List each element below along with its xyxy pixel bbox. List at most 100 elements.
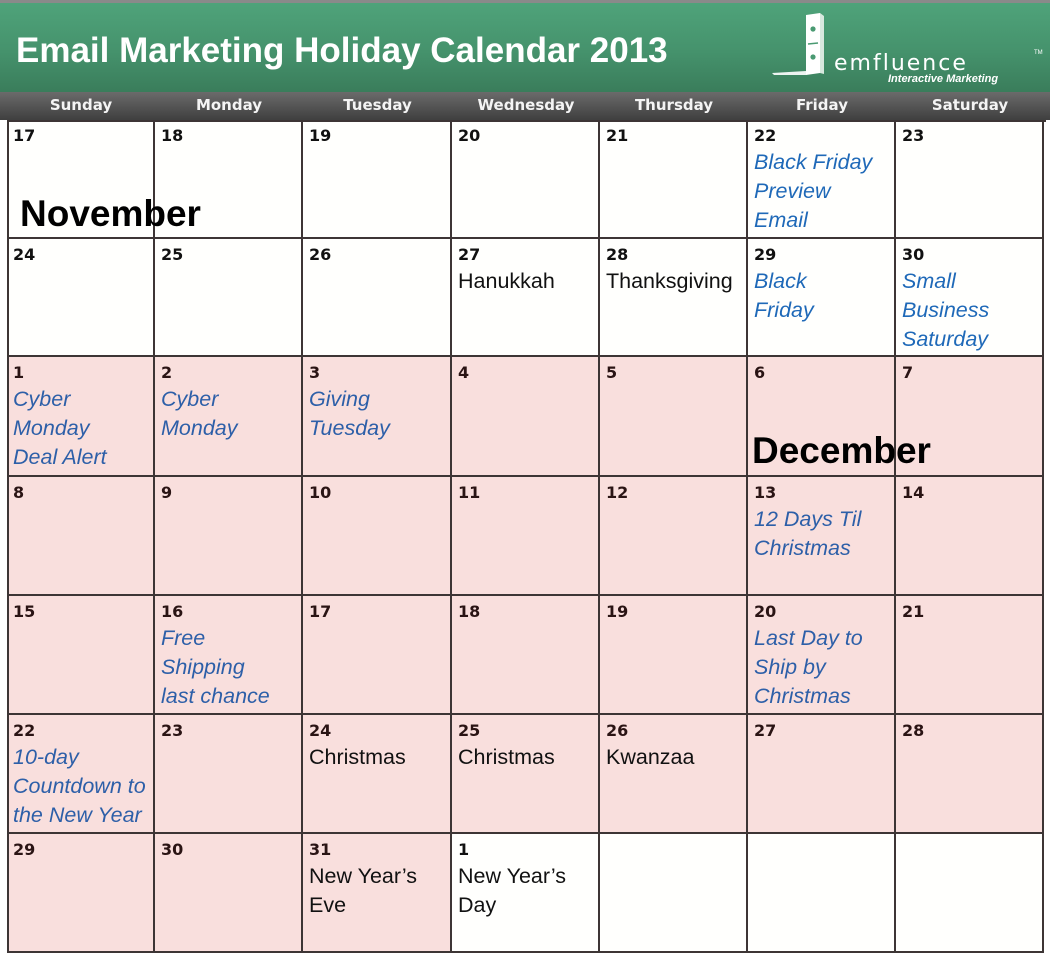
promo-event: Free Shipping last chance	[161, 626, 270, 708]
day-cell: 1 Cyber Monday Deal Alert	[7, 357, 155, 477]
day-cell: 2 Cyber Monday	[155, 357, 303, 477]
weekday-sunday: Sunday	[49, 96, 113, 114]
day-number: 18	[458, 602, 481, 621]
day-number: 17	[309, 602, 332, 621]
day-number: 17	[13, 126, 36, 145]
day-number: 12	[606, 483, 629, 502]
holiday-event: New Year’s Day	[458, 864, 566, 917]
day-cell: 26	[303, 239, 452, 357]
day-number: 23	[161, 721, 184, 740]
promo-event: 12 Days Til Christmas	[754, 507, 862, 560]
day-cell: 24 Christmas	[303, 715, 452, 834]
grid-left-border	[7, 120, 9, 953]
day-number: 22	[13, 721, 36, 740]
promo-event: Last Day to Ship by Christmas	[754, 626, 863, 708]
day-cell: 29 Black Friday	[748, 239, 896, 357]
title-banner: Email Marketing Holiday Calendar 2013 em…	[0, 3, 1050, 92]
promo-event: Black Friday	[754, 269, 814, 322]
day-cell: 10	[303, 477, 452, 596]
day-number: 28	[606, 245, 629, 264]
day-number: 19	[309, 126, 332, 145]
day-number: 21	[902, 602, 925, 621]
weekday-saturday: Saturday	[931, 96, 1009, 114]
logo-tagline: Interactive Marketing	[888, 73, 999, 85]
day-number: 27	[458, 245, 481, 264]
day-number: 8	[13, 483, 25, 502]
promo-event: Black Friday Preview Email	[754, 150, 873, 232]
empty-day-cell	[896, 834, 1044, 953]
day-number: 4	[458, 363, 470, 382]
day-cell: 11	[452, 477, 600, 596]
holiday-event: Hanukkah	[458, 269, 555, 293]
weekday-tuesday: Tuesday	[343, 96, 412, 114]
empty-day-cell	[600, 834, 748, 953]
day-number: 3	[309, 363, 321, 382]
day-number: 30	[902, 245, 925, 264]
logo-trademark: TM	[1034, 50, 1043, 56]
day-number: 7	[902, 363, 914, 382]
day-cell: 22 10-day Countdown to the New Year	[7, 715, 155, 834]
day-cell: 5	[600, 357, 748, 477]
day-cell: 21	[896, 596, 1044, 715]
day-cell: 20	[452, 120, 600, 239]
page-title: Email Marketing Holiday Calendar 2013	[16, 31, 668, 70]
day-number: 16	[161, 602, 184, 621]
day-cell: 23	[896, 120, 1044, 239]
day-cell: 18	[452, 596, 600, 715]
month-label-november: November	[20, 193, 201, 234]
day-number: 14	[902, 483, 925, 502]
day-number: 23	[902, 126, 925, 145]
day-number: 24	[309, 721, 332, 740]
day-number: 25	[161, 245, 184, 264]
holiday-event: New Year’s Eve	[309, 864, 417, 917]
day-number: 5	[606, 363, 618, 382]
day-cell: 28	[896, 715, 1044, 834]
day-cell: 26 Kwanzaa	[600, 715, 748, 834]
day-number: 26	[606, 721, 629, 740]
day-cell: 15	[7, 596, 155, 715]
day-cell: 24	[7, 239, 155, 357]
day-cell: 19	[600, 596, 748, 715]
day-cell: 27	[748, 715, 896, 834]
day-number: 22	[754, 126, 777, 145]
day-number: 24	[13, 245, 36, 264]
day-number: 25	[458, 721, 481, 740]
day-cell: 19	[303, 120, 452, 239]
day-number: 13	[754, 483, 777, 502]
day-cell: 4	[452, 357, 600, 477]
day-number: 30	[161, 840, 184, 859]
day-cell: 27 Hanukkah	[452, 239, 600, 357]
day-number: 2	[161, 363, 173, 382]
day-cell: 25	[155, 239, 303, 357]
holiday-event: Christmas	[458, 745, 555, 769]
weekday-header-bar: Sunday Monday Tuesday Wednesday Thursday…	[0, 92, 1050, 120]
holiday-event: Kwanzaa	[606, 745, 695, 769]
day-cell: 21	[600, 120, 748, 239]
holiday-event: Thanksgiving	[606, 269, 733, 293]
day-number: 10	[309, 483, 332, 502]
day-cell: 30	[155, 834, 303, 953]
day-cell: 3 Giving Tuesday	[303, 357, 452, 477]
day-cell: 14	[896, 477, 1044, 596]
promo-event: Cyber Monday Deal Alert	[13, 387, 107, 469]
day-cell: 20 Last Day to Ship by Christmas	[748, 596, 896, 715]
weekday-monday: Monday	[195, 96, 263, 114]
day-cell: 16 Free Shipping last chance	[155, 596, 303, 715]
day-cell: 9	[155, 477, 303, 596]
day-cell: 17	[303, 596, 452, 715]
day-cell: 1 New Year’s Day	[452, 834, 600, 953]
promo-event: Giving Tuesday	[309, 387, 390, 440]
day-cell: 25 Christmas	[452, 715, 600, 834]
day-number: 1	[13, 363, 25, 382]
day-number: 9	[161, 483, 173, 502]
day-number: 27	[754, 721, 777, 740]
day-cell: 8	[7, 477, 155, 596]
day-number: 6	[754, 363, 766, 382]
day-number: 18	[161, 126, 184, 145]
holiday-event: Christmas	[309, 745, 406, 769]
promo-event: 10-day Countdown to the New Year	[13, 745, 146, 827]
weekday-thursday: Thursday	[634, 96, 714, 114]
day-cell: 29	[7, 834, 155, 953]
promo-event: Cyber Monday	[161, 387, 238, 440]
day-number: 29	[754, 245, 777, 264]
